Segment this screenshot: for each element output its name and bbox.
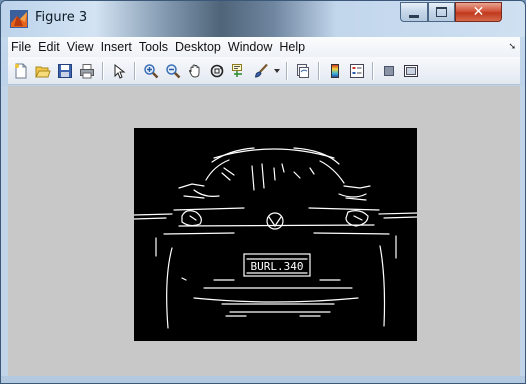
menu-edit[interactable]: Edit (35, 40, 63, 54)
menu-desktop[interactable]: Desktop (172, 40, 224, 54)
open-file-icon (35, 66, 51, 77)
brush-dropdown-icon (274, 68, 280, 73)
rotate-3d-icon (210, 64, 224, 77)
close-icon: ✕ (472, 4, 485, 20)
link-plot-icon (297, 63, 309, 78)
edge-image-axes[interactable]: BURL.340 (133, 128, 418, 341)
hide-plot-tools-button[interactable] (378, 60, 400, 82)
menu-file[interactable]: File (8, 40, 34, 54)
legend-icon (350, 63, 364, 78)
figure-canvas[interactable]: BURL.340 (8, 86, 520, 378)
menu-window[interactable]: Window (225, 40, 275, 54)
toolbar-separator (134, 61, 136, 80)
figure-toolbar (8, 57, 520, 85)
window-title: Figure 3 (35, 10, 88, 25)
link-plot-button[interactable] (292, 60, 314, 82)
menu-help[interactable]: Help (276, 40, 308, 54)
edit-plot-arrow-icon (114, 63, 126, 79)
toolbar-separator (372, 61, 374, 80)
rotate-3d-button[interactable] (206, 60, 228, 82)
edge-detected-car-image: BURL.340 (133, 147, 418, 329)
print-button[interactable] (76, 60, 98, 82)
menu-insert[interactable]: Insert (98, 40, 135, 54)
zoom-out-button[interactable] (162, 60, 184, 82)
zoom-in-button[interactable] (140, 60, 162, 82)
show-plot-tools-button[interactable] (400, 60, 422, 82)
brush-button[interactable] (250, 60, 272, 82)
plate-text: BURL.340 (251, 260, 304, 273)
zoom-out-icon (166, 63, 181, 78)
maximize-button[interactable] (428, 2, 455, 22)
minimize-button[interactable] (400, 2, 428, 22)
pan-hand-icon (189, 64, 200, 77)
data-cursor-button[interactable] (228, 60, 250, 82)
legend-button[interactable] (346, 60, 368, 82)
menu-view[interactable]: View (64, 40, 97, 54)
data-cursor-icon (232, 63, 242, 77)
maximize-icon (436, 7, 447, 17)
hide-plot-tools-icon (384, 65, 394, 76)
close-button[interactable]: ✕ (455, 2, 502, 22)
toolbar-separator (286, 61, 288, 80)
menu-tools[interactable]: Tools (136, 40, 171, 54)
open-file-button[interactable] (32, 60, 54, 82)
show-plot-tools-icon (404, 64, 418, 77)
figure-window: Figure 3 ✕ File Edit View Insert Tools D… (0, 0, 526, 384)
brush-icon (254, 63, 268, 78)
colorbar-icon (331, 63, 339, 78)
pan-button[interactable] (184, 60, 206, 82)
save-button[interactable] (54, 60, 76, 82)
window-frame-bottom (1, 376, 525, 383)
edit-plot-button[interactable] (108, 60, 130, 82)
zoom-in-icon (144, 63, 159, 78)
save-icon (58, 63, 72, 78)
toolbar-separator (102, 61, 104, 80)
new-figure-button[interactable] (10, 60, 32, 82)
toolbar-separator (318, 61, 320, 80)
menu-bar: File Edit View Insert Tools Desktop Wind… (8, 37, 520, 57)
new-figure-icon (15, 63, 27, 78)
print-icon (80, 63, 94, 78)
menu-overflow-arrow-icon[interactable]: ➘ (508, 41, 516, 52)
brush-dropdown-button[interactable] (272, 60, 282, 82)
matlab-logo-icon (10, 10, 28, 28)
colorbar-button[interactable] (324, 60, 346, 82)
title-bar[interactable]: Figure 3 ✕ (1, 1, 525, 37)
window-frame-left (1, 86, 8, 378)
minimize-icon (409, 14, 419, 18)
